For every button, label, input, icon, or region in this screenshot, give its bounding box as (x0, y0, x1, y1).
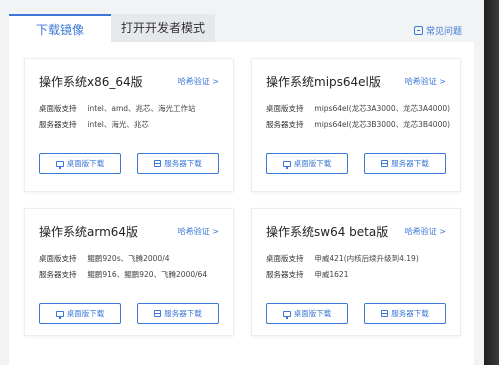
card-mips64el: 操作系统mips64el版 哈希验证 > 桌面版支持 mips64el(龙芯3A… (251, 58, 461, 192)
desktop-support-row: 桌面版支持 申威421(内核后续升级到4.19) (266, 253, 419, 264)
server-support-row: 服务器支持 mips64el(龙芯3B3000、龙芯3B4000) (266, 119, 450, 130)
server-support-row: 服务器支持 鲲鹏916、鲲鹏920、飞腾2000/64 (39, 269, 207, 280)
server-icon (381, 310, 389, 317)
desktop-support-label: 桌面版支持 (266, 254, 304, 263)
desktop-download-button[interactable]: 桌面版下载 (266, 303, 348, 324)
page: 下载镜像 打开开发者模式 常见问题 操作系统x86_64版 哈希验证 > 桌面版… (0, 0, 484, 365)
card-title: 操作系统x86_64版 (39, 75, 143, 89)
server-download-label: 服务器下载 (164, 159, 202, 168)
monitor-icon (282, 310, 291, 319)
desktop-download-button[interactable]: 桌面版下载 (266, 153, 348, 174)
server-download-label: 服务器下载 (391, 309, 429, 318)
server-icon (154, 310, 162, 317)
server-icon (381, 160, 389, 167)
server-download-button[interactable]: 服务器下载 (137, 303, 219, 324)
server-download-button[interactable]: 服务器下载 (364, 153, 446, 174)
server-download-label: 服务器下载 (164, 309, 202, 318)
desktop-download-button[interactable]: 桌面版下载 (39, 153, 121, 174)
desktop-support-label: 桌面版支持 (39, 104, 77, 113)
monitor-icon (55, 160, 64, 169)
server-support-label: 服务器支持 (39, 120, 77, 129)
server-support-row: 服务器支持 intel、海光、兆芯 (39, 119, 149, 130)
monitor-icon (55, 310, 64, 319)
hash-verify-link[interactable]: 哈希验证 > (178, 76, 219, 87)
desktop-download-label: 桌面版下载 (293, 159, 332, 168)
server-support-label: 服务器支持 (266, 120, 304, 129)
card-title: 操作系统mips64el版 (266, 75, 381, 89)
card-sw64-beta: 操作系统sw64 beta版 哈希验证 > 桌面版支持 申威421(内核后续升级… (251, 208, 461, 336)
tab-developer-mode[interactable]: 打开开发者模式 (111, 14, 215, 42)
window-edge (484, 0, 499, 365)
desktop-support-label: 桌面版支持 (266, 104, 304, 113)
desktop-support-row: 桌面版支持 鲲鹏920s、飞腾2000/4 (39, 253, 170, 264)
server-download-label: 服务器下载 (391, 159, 429, 168)
desktop-support-value: intel、amd、兆芯、海光工作站 (87, 104, 196, 113)
server-support-label: 服务器支持 (266, 270, 304, 279)
desktop-support-row: 桌面版支持 mips64el(龙芯3A3000、龙芯3A4000) (266, 103, 450, 114)
desktop-download-label: 桌面版下载 (293, 309, 332, 318)
server-support-value: 申威1621 (314, 270, 349, 279)
server-support-label: 服务器支持 (39, 270, 77, 279)
desktop-support-value: mips64el(龙芯3A3000、龙芯3A4000) (314, 104, 451, 113)
card-arm64: 操作系统arm64版 哈希验证 > 桌面版支持 鲲鹏920s、飞腾2000/4 … (24, 208, 234, 336)
server-download-button[interactable]: 服务器下载 (364, 303, 446, 324)
desktop-support-label: 桌面版支持 (39, 254, 77, 263)
desktop-support-row: 桌面版支持 intel、amd、兆芯、海光工作站 (39, 103, 196, 114)
faq-link[interactable]: 常见问题 (413, 24, 462, 37)
hash-verify-link[interactable]: 哈希验证 > (405, 226, 446, 237)
hash-verify-link[interactable]: 哈希验证 > (405, 76, 446, 87)
server-icon (154, 160, 162, 167)
desktop-download-button[interactable]: 桌面版下载 (39, 303, 121, 324)
faq-icon (413, 26, 423, 35)
server-support-row: 服务器支持 申威1621 (266, 269, 348, 280)
tab-bar: 下载镜像 打开开发者模式 常见问题 (0, 0, 484, 42)
server-support-value: mips64el(龙芯3B3000、龙芯3B4000) (314, 120, 451, 129)
server-download-button[interactable]: 服务器下载 (137, 153, 219, 174)
desktop-download-label: 桌面版下载 (66, 159, 105, 168)
monitor-icon (282, 160, 291, 169)
card-title: 操作系统arm64版 (39, 225, 139, 239)
card-x86-64: 操作系统x86_64版 哈希验证 > 桌面版支持 intel、amd、兆芯、海光… (24, 58, 234, 192)
server-support-value: 鲲鹏916、鲲鹏920、飞腾2000/64 (87, 270, 208, 279)
desktop-support-value: 鲲鹏920s、飞腾2000/4 (87, 254, 170, 263)
desktop-download-label: 桌面版下载 (66, 309, 105, 318)
server-support-value: intel、海光、兆芯 (87, 120, 149, 129)
desktop-support-value: 申威421(内核后续升级到4.19) (314, 254, 419, 263)
faq-label: 常见问题 (425, 27, 462, 37)
tab-download-image[interactable]: 下载镜像 (9, 14, 111, 42)
card-title: 操作系统sw64 beta版 (266, 225, 389, 239)
hash-verify-link[interactable]: 哈希验证 > (178, 226, 219, 237)
download-panel: 操作系统x86_64版 哈希验证 > 桌面版支持 intel、amd、兆芯、海光… (9, 42, 474, 365)
